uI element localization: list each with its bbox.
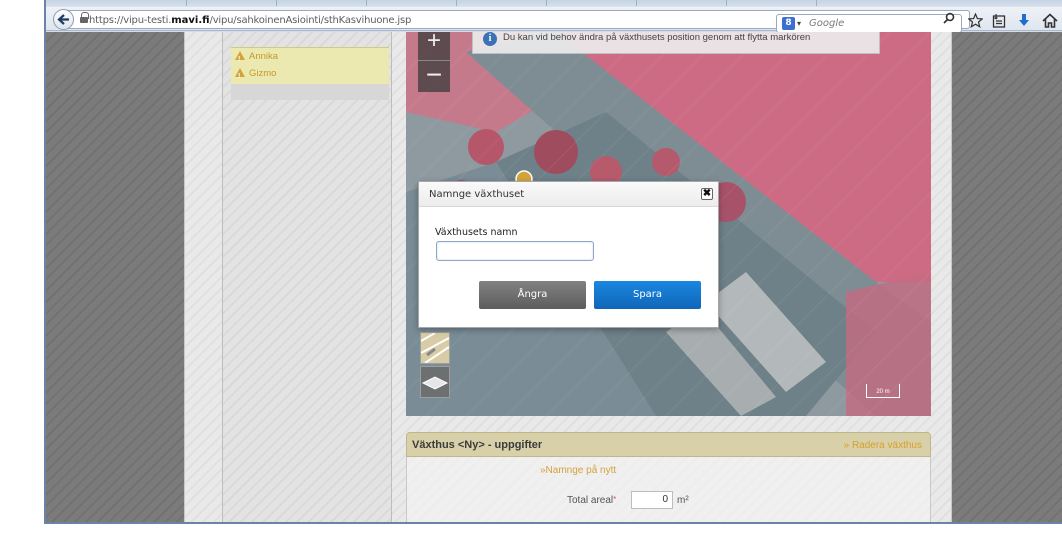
search-placeholder: Google <box>809 18 845 29</box>
close-icon[interactable]: ✖ <box>701 188 713 200</box>
back-arrow-icon <box>57 14 69 25</box>
url-bar[interactable]: https://vipu-testi.mavi.fi/vipu/sahkoine… <box>68 10 970 33</box>
url-path: /vipu/sahkoinenAsiointi/sthKasvihuone.js… <box>209 15 412 26</box>
details-body: »Namnge på nytt Total areal* 0 m² <box>406 457 931 522</box>
sidebar <box>222 32 392 522</box>
search-icon[interactable] <box>943 12 955 27</box>
url-domain: mavi.fi <box>171 15 210 26</box>
tab-separator <box>546 0 547 6</box>
tab-separator <box>726 0 727 6</box>
bookmarks-icon[interactable] <box>992 13 1006 31</box>
greenhouse-name-input[interactable] <box>436 241 594 261</box>
details-title: Växthus <Ny> - uppgifter <box>412 439 543 451</box>
rename-link[interactable]: »Namnge på nytt <box>540 465 616 476</box>
area-unit: m² <box>677 495 689 506</box>
details-header: Växthus <Ny> - uppgifter » Radera växthu… <box>406 432 931 457</box>
dialog-titlebar[interactable]: Namnge växthuset ✖ <box>419 182 718 207</box>
map-info-text: Du kan vid behov ändra på växthusets pos… <box>503 32 811 43</box>
right-background <box>952 32 1062 522</box>
map-layer-icon <box>421 333 449 363</box>
search-input[interactable]: 8 ▾ Google <box>776 14 962 33</box>
cancel-button[interactable]: Ångra <box>479 281 586 309</box>
left-background <box>46 32 184 522</box>
url-prefix: https://vipu-testi. <box>89 15 172 26</box>
list-item-label: Annika <box>249 51 279 62</box>
download-icon[interactable] <box>1018 13 1030 31</box>
warning-icon <box>235 51 245 68</box>
search-engine-icon[interactable]: 8 <box>782 17 795 30</box>
zoom-in-button[interactable]: + <box>418 32 450 60</box>
scale-bar: 20 m <box>866 384 900 398</box>
tab-separator <box>186 0 187 6</box>
greenhouse-name-label: Växthusets namn <box>435 227 518 238</box>
save-button[interactable]: Spara <box>594 281 701 309</box>
layer-aerial-button[interactable] <box>420 366 450 398</box>
tab-separator <box>366 0 367 6</box>
list-item[interactable]: Gizmo <box>235 66 385 85</box>
browser-window: https://vipu-testi.mavi.fi/vipu/sahkoine… <box>44 0 1062 524</box>
navigation-bar: https://vipu-testi.mavi.fi/vipu/sahkoine… <box>46 7 1062 33</box>
info-icon: i <box>483 32 497 46</box>
map-info-banner: i Du kan vid behov ändra på växthusets p… <box>472 32 880 54</box>
layer-map-button[interactable] <box>420 332 450 364</box>
area-label: Total areal* <box>567 495 616 506</box>
list-item-label: Gizmo <box>249 68 277 79</box>
aerial-layer-icon <box>421 376 449 390</box>
back-button[interactable] <box>53 9 74 30</box>
tab-separator <box>456 0 457 6</box>
tab-separator <box>636 0 637 6</box>
tab-separator <box>816 0 817 6</box>
required-marker: * <box>613 495 617 504</box>
name-greenhouse-dialog: Namnge växthuset ✖ Växthusets namn Ångra… <box>418 181 719 328</box>
lock-icon <box>80 12 89 24</box>
page-content: Annika Gizmo <box>46 32 1062 522</box>
tab-separator <box>276 0 277 6</box>
delete-greenhouse-link[interactable]: » Radera växthus <box>844 440 922 451</box>
chevron-down-icon[interactable]: ▾ <box>797 15 801 32</box>
dialog-title: Namnge växthuset <box>429 189 525 200</box>
list-item[interactable]: Annika <box>235 49 385 68</box>
list-footer <box>231 84 389 100</box>
home-icon[interactable] <box>1042 13 1058 31</box>
star-icon[interactable] <box>967 12 984 31</box>
tab-strip <box>46 0 1062 7</box>
area-input[interactable]: 0 <box>631 491 673 509</box>
area-label-text: Total areal <box>567 495 614 506</box>
warning-icon <box>235 68 245 85</box>
zoom-out-button[interactable]: − <box>418 60 450 92</box>
